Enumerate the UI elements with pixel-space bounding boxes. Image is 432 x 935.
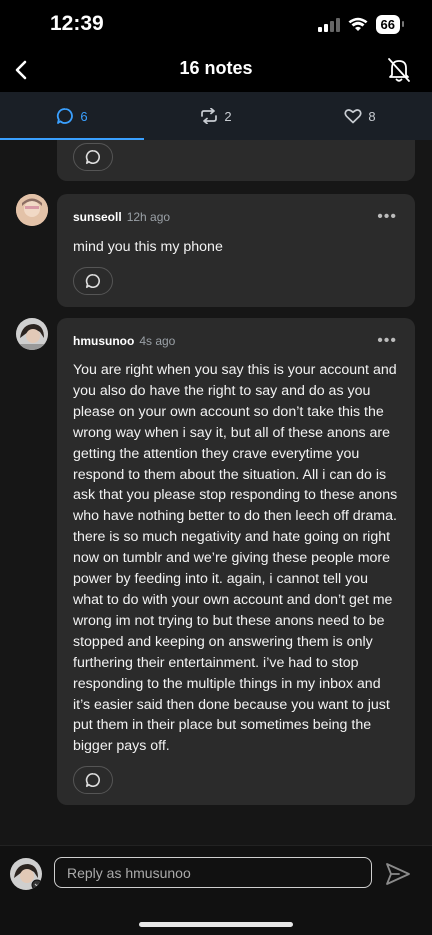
tab-likes[interactable]: 8 xyxy=(288,92,432,140)
tab-replies-count: 6 xyxy=(80,108,88,124)
avatar-image xyxy=(16,318,48,350)
home-indicator[interactable] xyxy=(139,922,293,927)
comment-username[interactable]: sunseoll xyxy=(73,210,122,224)
tab-reblogs[interactable]: 2 xyxy=(144,92,288,140)
mute-notifications-icon[interactable] xyxy=(384,54,414,86)
notes-tabs: 6 2 8 xyxy=(0,92,432,140)
reply-button[interactable] xyxy=(73,267,113,295)
comment-icon xyxy=(57,108,74,124)
comment-text: mind you this my phone xyxy=(73,239,223,255)
tab-likes-count: 8 xyxy=(368,108,376,124)
comment-card: hmusunoo 4s ago ••• You are right when yo… xyxy=(57,318,415,805)
comment-author[interactable]: sunseoll 12h ago xyxy=(73,210,170,224)
comment-card: sunseoll 12h ago ••• mind you this my pho… xyxy=(57,194,415,307)
tab-replies[interactable]: 6 xyxy=(0,92,144,140)
page-title: 16 notes xyxy=(179,58,253,78)
reply-input[interactable]: Reply as hmusunoo xyxy=(54,857,372,888)
reply-bar: Reply as hmusunoo xyxy=(0,845,432,935)
status-icons: 66 xyxy=(317,15,405,34)
reply-button[interactable] xyxy=(73,143,113,171)
app-header: 16 notes xyxy=(0,50,432,92)
comment-icon xyxy=(85,273,100,289)
heart-icon xyxy=(344,109,362,124)
comment-timestamp: 4s ago xyxy=(139,334,176,348)
comment-author[interactable]: hmusunoo 4s ago xyxy=(73,334,175,348)
status-bar: 12:39 66 xyxy=(0,0,432,50)
avatar-image xyxy=(10,858,42,890)
status-time: 12:39 xyxy=(50,12,104,35)
signal-icon xyxy=(317,17,340,32)
avatar-image xyxy=(16,194,48,226)
avatar[interactable] xyxy=(16,194,48,226)
more-options-icon[interactable]: ••• xyxy=(377,332,397,350)
comment-icon xyxy=(85,772,100,788)
reblog-icon xyxy=(201,108,218,124)
notes-feed[interactable]: sunseoll 12h ago ••• mind you this my pho… xyxy=(0,140,432,845)
comment-username[interactable]: hmusunoo xyxy=(73,334,134,348)
tab-reblogs-count: 2 xyxy=(224,108,232,124)
battery-indicator: 66 xyxy=(375,15,405,34)
comment-card xyxy=(57,140,415,181)
send-icon[interactable] xyxy=(384,860,412,888)
reply-button[interactable] xyxy=(73,766,113,794)
avatar[interactable] xyxy=(16,318,48,350)
user-avatar[interactable] xyxy=(10,858,42,890)
comment-text: You are right when you say this is your … xyxy=(73,362,398,755)
more-options-icon[interactable]: ••• xyxy=(377,208,397,226)
wifi-icon xyxy=(348,17,368,31)
comment-timestamp: 12h ago xyxy=(126,210,171,224)
comment-icon xyxy=(85,149,100,165)
